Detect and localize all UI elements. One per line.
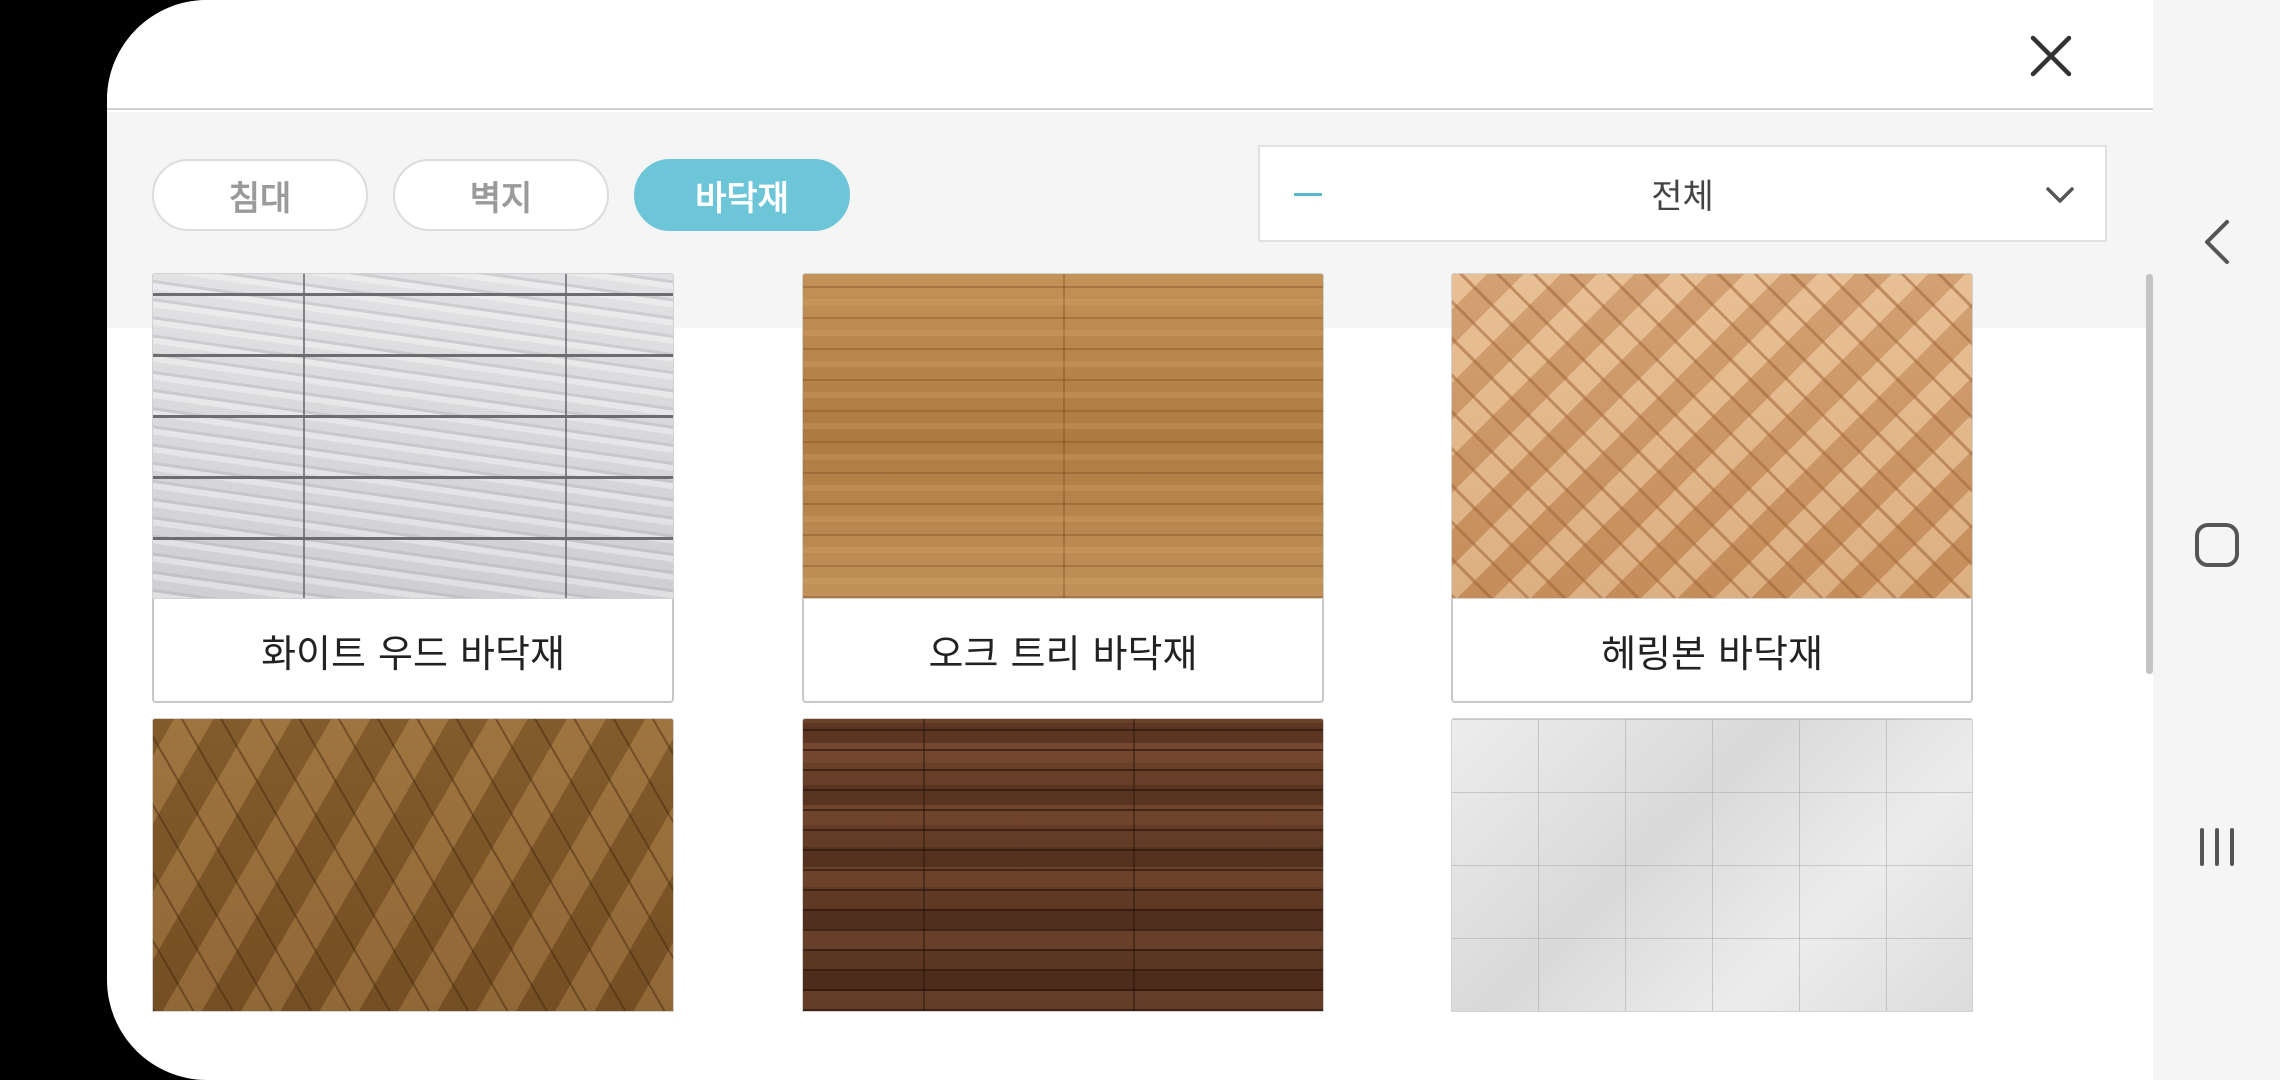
product-card[interactable]: 오크 트리 바닥재 <box>802 273 1324 703</box>
close-button[interactable] <box>2017 22 2085 90</box>
material-picker-sheet: 침대 벽지 바닥재 전체 화이트 우드 바닥재 오크 트리 바닥재 헤링본 바닥… <box>107 0 2153 1080</box>
sheet-header <box>107 0 2153 110</box>
back-icon <box>2204 220 2229 264</box>
product-image-marble <box>1451 718 1973 1012</box>
product-label: 화이트 우드 바닥재 <box>152 599 674 703</box>
home-button[interactable] <box>2153 495 2280 595</box>
dropdown-value: 전체 <box>1651 177 1714 217</box>
product-card[interactable]: 화이트 우드 바닥재 <box>152 273 674 703</box>
product-card[interactable] <box>1451 718 1973 1012</box>
product-image-dark-wood <box>802 718 1324 1012</box>
tab-wallpaper[interactable]: 벽지 <box>393 159 609 231</box>
recents-button[interactable] <box>2153 797 2280 897</box>
product-image-herringbone <box>1451 273 1973 599</box>
system-nav-bar <box>2153 0 2280 1080</box>
close-icon <box>2030 35 2072 77</box>
product-image-white-wood <box>152 273 674 599</box>
tab-bed[interactable]: 침대 <box>152 159 368 231</box>
recents-icon <box>2199 828 2234 866</box>
home-icon <box>2194 523 2239 567</box>
scrollbar[interactable] <box>2146 274 2153 674</box>
category-dropdown[interactable]: 전체 <box>1258 145 2107 242</box>
product-label: 헤링본 바닥재 <box>1451 599 1973 703</box>
product-card[interactable] <box>802 718 1324 1012</box>
tab-flooring[interactable]: 바닥재 <box>634 159 850 231</box>
product-card[interactable] <box>152 718 674 1012</box>
product-image-oak <box>802 273 1324 599</box>
product-label: 오크 트리 바닥재 <box>802 599 1324 703</box>
product-image-chevron <box>152 718 674 1012</box>
chevron-down-icon <box>2040 175 2080 215</box>
product-card[interactable]: 헤링본 바닥재 <box>1451 273 1973 703</box>
back-button[interactable] <box>2153 192 2280 292</box>
